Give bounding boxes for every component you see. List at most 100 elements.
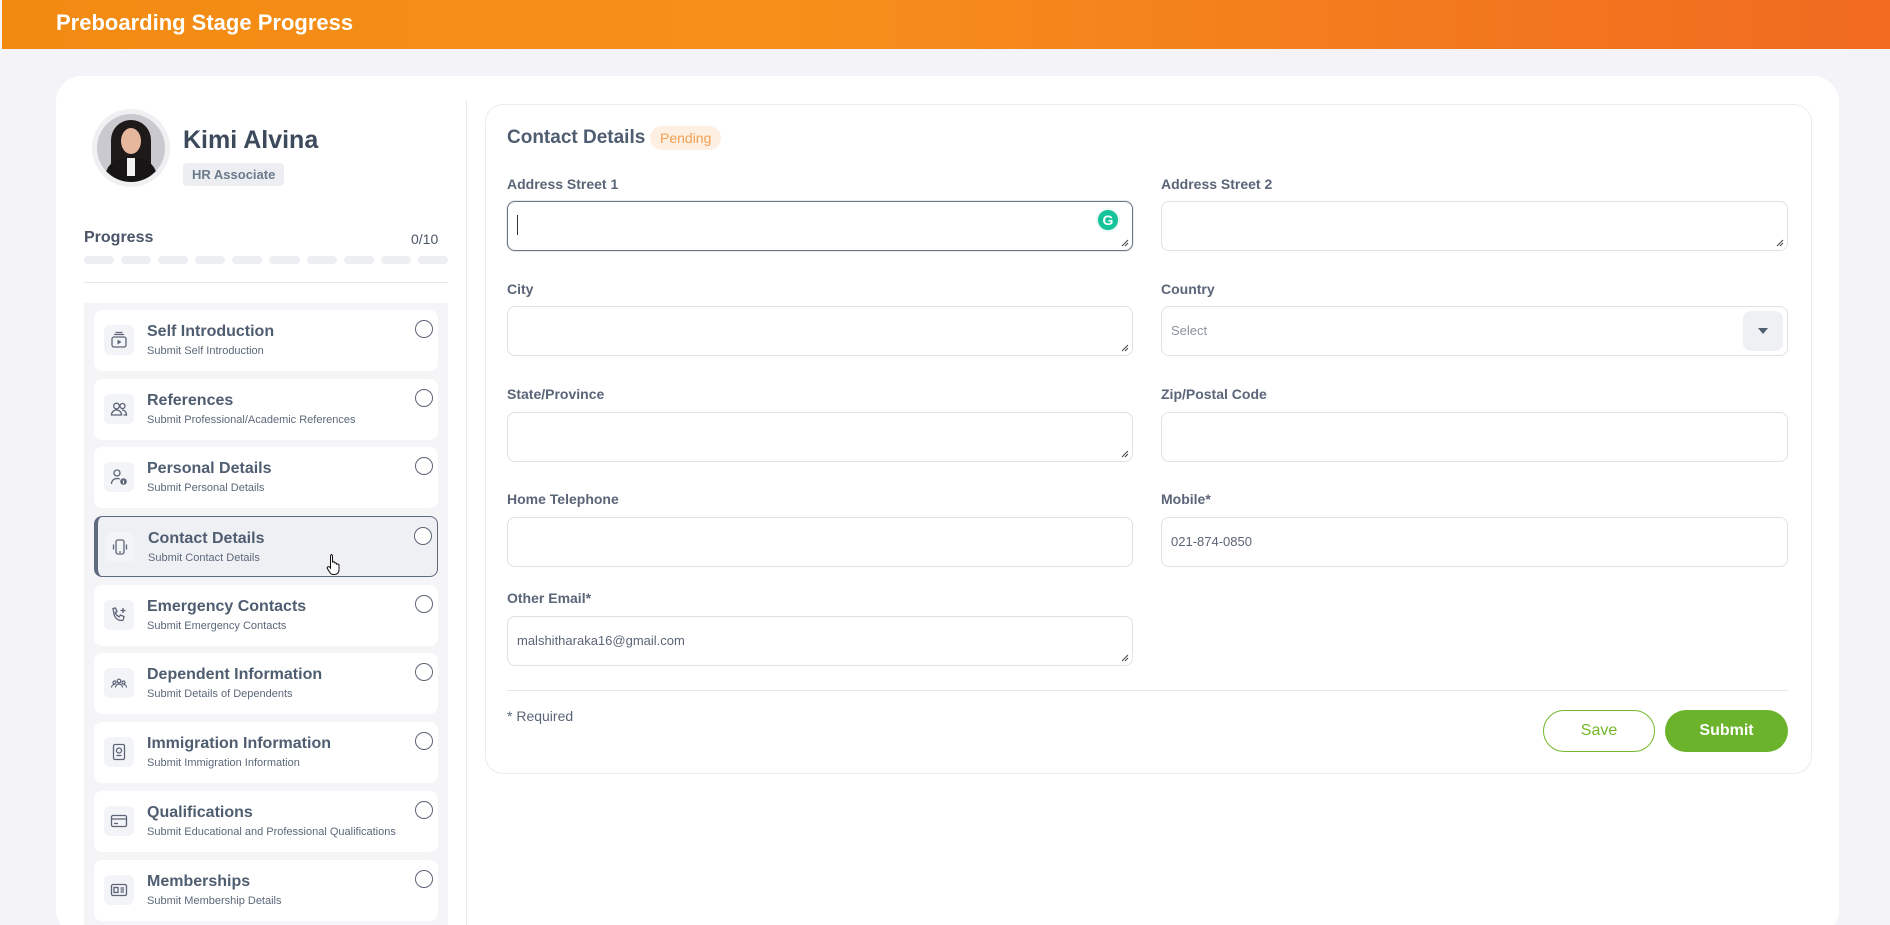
country-placeholder: Select xyxy=(1171,323,1208,338)
status-badge: Pending xyxy=(650,126,722,150)
step-immigration-information[interactable]: Immigration Information Submit Immigrati… xyxy=(94,722,438,784)
form-title: Contact Details xyxy=(507,127,646,148)
avatar xyxy=(92,109,170,187)
group-icon xyxy=(104,668,134,699)
user-info-icon xyxy=(104,462,134,493)
country-select[interactable]: Select xyxy=(1161,306,1788,356)
video-icon xyxy=(104,325,134,355)
resize-handle-icon[interactable] xyxy=(1121,344,1129,352)
people-icon xyxy=(104,393,134,424)
progress-segment xyxy=(84,256,115,264)
country-label: Country xyxy=(1161,281,1215,297)
step-subtitle: Submit Emergency Contacts xyxy=(147,619,287,632)
mobile-field[interactable]: 021-874-0850 xyxy=(1161,517,1788,567)
address-street-1-field[interactable]: G xyxy=(507,201,1133,251)
other-email-label: Other Email* xyxy=(507,590,592,606)
employee-name: Kimi Alvina xyxy=(183,126,319,154)
state-province-field[interactable] xyxy=(507,412,1133,462)
zip-postal-code-field[interactable] xyxy=(1161,412,1788,462)
progress-count: 0/10 xyxy=(411,231,439,247)
step-references[interactable]: References Submit Professional/Academic … xyxy=(94,378,438,440)
resize-handle-icon[interactable] xyxy=(1121,239,1129,247)
state-label: State/Province xyxy=(507,386,605,402)
save-button[interactable]: Save xyxy=(1543,710,1655,752)
card-icon xyxy=(104,805,134,836)
progress-segment xyxy=(306,256,337,264)
step-title: Emergency Contacts xyxy=(147,597,307,615)
progress-label: Progress xyxy=(84,229,154,246)
city-label: City xyxy=(507,281,534,297)
id-card-icon xyxy=(104,874,134,905)
role-badge: HR Associate xyxy=(183,163,285,186)
mobile-icon xyxy=(105,532,135,563)
page-title: Preboarding Stage Progress xyxy=(56,10,354,35)
step-title: Immigration Information xyxy=(147,735,331,753)
resize-handle-icon[interactable] xyxy=(1121,654,1129,662)
step-title: References xyxy=(147,391,234,409)
step-subtitle: Submit Professional/Academic References xyxy=(147,413,356,426)
passport-icon xyxy=(104,737,134,768)
other-email-field[interactable]: malshitharaka16@gmail.com xyxy=(507,616,1133,666)
progress-segment xyxy=(380,256,411,264)
sidebar-vertical-divider xyxy=(466,100,467,925)
step-memberships[interactable]: Memberships Submit Membership Details xyxy=(94,859,438,921)
progress-segment xyxy=(343,256,374,264)
step-status-radio xyxy=(415,732,433,751)
progress-segment xyxy=(195,256,226,264)
step-subtitle: Submit Immigration Information xyxy=(147,757,300,770)
step-status-radio xyxy=(415,388,433,407)
step-subtitle: Submit Personal Details xyxy=(147,482,265,495)
progress-segment xyxy=(269,256,300,264)
home-telephone-field[interactable] xyxy=(507,517,1133,567)
step-title: Contact Details xyxy=(148,530,265,548)
progress-segment xyxy=(121,256,152,264)
step-status-radio xyxy=(415,663,433,682)
step-status-radio xyxy=(415,800,433,819)
step-list: Self Introduction Submit Self Introducti… xyxy=(84,303,448,925)
progress-segment xyxy=(232,256,263,264)
step-contact-details[interactable]: Contact Details Submit Contact Details xyxy=(94,516,438,578)
step-subtitle: Submit Membership Details xyxy=(147,894,282,907)
zip-label: Zip/Postal Code xyxy=(1161,386,1267,402)
address-street-2-field[interactable] xyxy=(1161,201,1788,251)
top-bar: Preboarding Stage Progress xyxy=(2,0,1890,49)
step-title: Memberships xyxy=(147,872,251,890)
chevron-down-icon[interactable] xyxy=(1743,311,1783,351)
home-telephone-label: Home Telephone xyxy=(507,491,619,507)
mobile-label: Mobile* xyxy=(1161,491,1211,507)
progress-segment xyxy=(417,256,448,264)
step-title: Self Introduction xyxy=(147,323,275,340)
resize-handle-icon[interactable] xyxy=(1776,239,1784,247)
required-note: * Required xyxy=(507,708,574,724)
step-status-radio xyxy=(415,457,433,476)
resize-handle-icon[interactable] xyxy=(1121,450,1129,458)
sidebar-divider xyxy=(84,282,448,283)
step-subtitle: Submit Contact Details xyxy=(148,552,260,565)
progress-segment xyxy=(158,256,189,264)
step-self-introduction[interactable]: Self Introduction Submit Self Introducti… xyxy=(94,310,438,371)
step-dependent-information[interactable]: Dependent Information Submit Details of … xyxy=(94,653,438,715)
step-emergency-contacts[interactable]: Emergency Contacts Submit Emergency Cont… xyxy=(94,584,438,646)
city-field[interactable] xyxy=(507,306,1133,356)
step-title: Dependent Information xyxy=(147,666,323,684)
step-title: Personal Details xyxy=(147,460,272,478)
other-email-value: malshitharaka16@gmail.com xyxy=(517,633,685,648)
submit-button[interactable]: Submit xyxy=(1665,710,1788,752)
step-status-radio xyxy=(415,869,433,888)
address2-label: Address Street 2 xyxy=(1161,176,1273,192)
step-title: Qualifications xyxy=(147,803,253,821)
hand-cursor-icon xyxy=(326,554,340,575)
step-status-radio xyxy=(414,527,432,546)
step-status-radio xyxy=(415,594,433,613)
step-subtitle: Submit Self Introduction xyxy=(147,345,264,357)
step-subtitle: Submit Details of Dependents xyxy=(147,688,293,701)
form-divider xyxy=(507,690,1788,691)
phone-add-icon xyxy=(104,599,134,630)
step-status-radio xyxy=(415,320,433,338)
step-personal-details[interactable]: Personal Details Submit Personal Details xyxy=(94,447,438,509)
address1-label: Address Street 1 xyxy=(507,176,619,192)
step-subtitle: Submit Educational and Professional Qual… xyxy=(147,825,396,838)
grammarly-icon[interactable]: G xyxy=(1096,208,1120,232)
step-qualifications[interactable]: Qualifications Submit Educational and Pr… xyxy=(94,790,438,852)
mobile-value: 021-874-0850 xyxy=(1171,534,1252,549)
